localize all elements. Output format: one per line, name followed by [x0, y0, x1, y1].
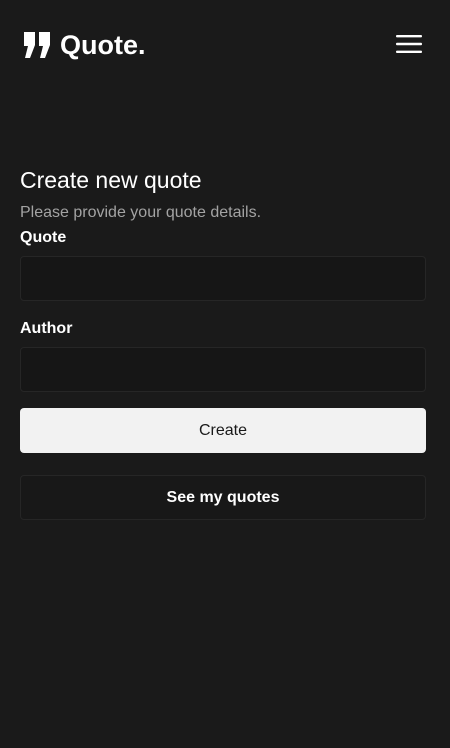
quote-label: Quote — [20, 229, 67, 246]
logo[interactable]: Quote. — [24, 30, 146, 60]
page: Quote. Create new quote Please provide y… — [0, 0, 450, 748]
create-quote-form: Create new quote Please provide your quo… — [20, 164, 426, 520]
quote-input[interactable] — [20, 256, 426, 301]
app-header: Quote. — [0, 0, 450, 90]
logo-text: Quote. — [60, 30, 146, 60]
author-label: Author — [20, 320, 73, 337]
hamburger-menu-icon — [396, 35, 422, 53]
page-subtitle: Please provide your quote details. — [20, 204, 262, 221]
see-my-quotes-button[interactable]: See my quotes — [20, 475, 426, 520]
quote-mark-icon — [24, 32, 50, 58]
create-button[interactable]: Create — [20, 408, 426, 453]
author-input[interactable] — [20, 347, 426, 392]
page-title: Create new quote — [20, 167, 202, 193]
menu-button[interactable] — [394, 32, 424, 56]
